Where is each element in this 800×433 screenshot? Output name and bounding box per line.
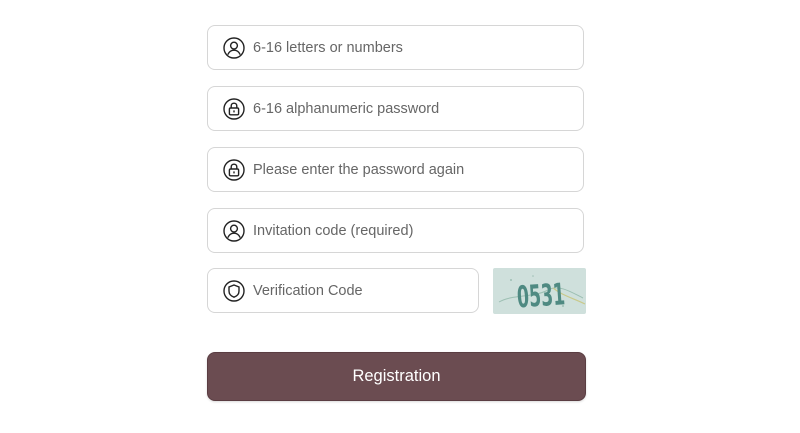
confirm-password-input[interactable]: [253, 148, 583, 191]
verification-code-field-container: [207, 268, 479, 313]
user-icon: [223, 219, 245, 242]
invitation-code-input[interactable]: [253, 209, 583, 252]
password-input[interactable]: [253, 87, 583, 130]
confirm-password-field-container: [207, 147, 584, 192]
shield-icon: [223, 279, 245, 302]
registration-button[interactable]: Registration: [207, 352, 586, 401]
verification-code-input[interactable]: [253, 269, 478, 312]
username-input[interactable]: [253, 26, 583, 69]
username-field-container: [207, 25, 584, 70]
invitation-code-field-container: [207, 208, 584, 253]
captcha-image[interactable]: 0531: [493, 268, 586, 314]
password-field-container: [207, 86, 584, 131]
captcha-text: 0531: [516, 277, 566, 314]
lock-icon: [223, 158, 245, 181]
registration-form: 0531 Registration: [0, 0, 800, 433]
lock-icon: [223, 97, 245, 120]
user-icon: [223, 36, 245, 59]
